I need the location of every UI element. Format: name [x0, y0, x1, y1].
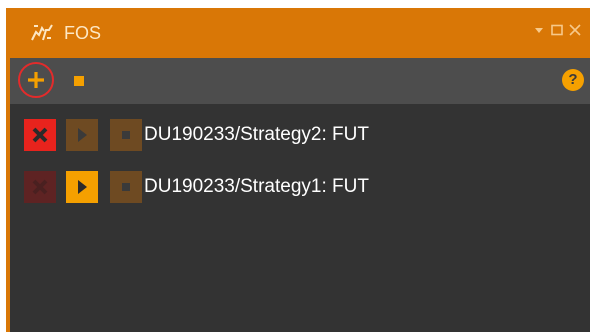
strategy-list: DU190233/Strategy2: FUT DU190233/Strateg… [10, 104, 590, 332]
plus-icon [28, 72, 44, 88]
start-strategy-button[interactable] [66, 119, 98, 151]
close-x-icon [32, 179, 48, 195]
stop-strategy-button[interactable] [110, 119, 142, 151]
dropdown-arrow-icon[interactable] [532, 23, 546, 37]
start-strategy-button[interactable] [66, 171, 98, 203]
remove-strategy-button[interactable] [24, 171, 56, 203]
panel-toolbar: ? [10, 58, 590, 104]
maximize-icon[interactable] [550, 23, 564, 37]
panel-titlebar[interactable]: FOS [6, 8, 590, 58]
strategy-row: DU190233/Strategy1: FUT [10, 171, 590, 203]
strategy-row: DU190233/Strategy2: FUT [10, 119, 590, 151]
stop-icon [122, 131, 130, 139]
remove-strategy-button[interactable] [24, 119, 56, 151]
help-button[interactable]: ? [562, 69, 584, 91]
fos-panel: FOS ? DU190233/Strategy2: FUT DU190233/S… [6, 8, 590, 332]
close-x-icon [32, 127, 48, 143]
play-icon [78, 180, 87, 194]
play-icon [78, 128, 87, 142]
stop-strategy-button[interactable] [110, 171, 142, 203]
close-icon[interactable] [568, 23, 582, 37]
window-controls [532, 23, 582, 37]
add-strategy-button[interactable] [18, 62, 54, 98]
question-mark-icon: ? [568, 71, 578, 88]
strategy-label: DU190233/Strategy2: FUT [144, 124, 369, 145]
stop-all-button[interactable] [74, 76, 84, 86]
fos-logo-icon [31, 24, 53, 41]
strategy-label: DU190233/Strategy1: FUT [144, 176, 369, 197]
stop-icon [122, 183, 130, 191]
panel-title: FOS [64, 23, 102, 43]
